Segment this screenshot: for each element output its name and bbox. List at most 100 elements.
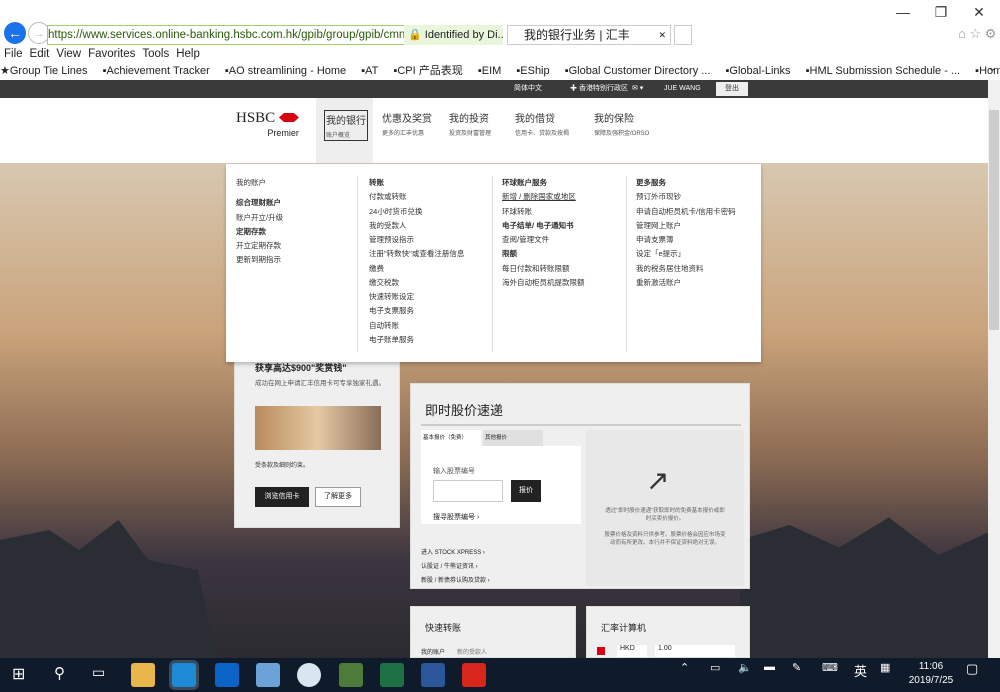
chat-icon[interactable] (297, 663, 321, 687)
menu-item[interactable]: 申请支票簿 (636, 233, 736, 247)
battery-icon[interactable]: ▬ (764, 661, 775, 673)
menu-view[interactable]: View (56, 48, 81, 60)
currency-select[interactable]: HKD (617, 645, 647, 657)
close-icon[interactable]: ✕ (960, 0, 998, 24)
menu-item[interactable]: 重新激活账户 (636, 276, 736, 290)
menu-item[interactable]: 快速转账设定 (369, 290, 464, 304)
network-icon[interactable]: ▭ (710, 661, 720, 674)
pen-icon[interactable]: ✎ (792, 661, 801, 674)
stock-xpress-link[interactable]: 进入 STOCK XPRESS › (421, 547, 485, 556)
file-explorer-icon[interactable] (131, 663, 155, 687)
menu-item[interactable]: 设定「e提示」 (636, 247, 736, 261)
notification-icon[interactable]: ▢ (966, 661, 978, 677)
menu-item[interactable]: 开立定期存款 (236, 239, 283, 253)
menu-file[interactable]: File (4, 48, 23, 60)
nav-my-banking[interactable]: 我的银行账户概览 (324, 110, 368, 141)
minimize-icon[interactable]: — (884, 0, 922, 24)
fav-item[interactable]: ▪AT (361, 65, 384, 77)
menu-item[interactable]: 账户开立/升级 (236, 211, 283, 225)
menu-item[interactable]: 管理预设指示 (369, 233, 464, 247)
search-icon[interactable]: ⚲ (54, 664, 65, 682)
menu-edit[interactable]: Edit (30, 48, 50, 60)
menu-favorites[interactable]: Favorites (88, 48, 135, 60)
tab-other-quote[interactable]: 其他报价 (483, 430, 543, 446)
user-menu[interactable]: JUE WANG (664, 80, 701, 98)
fav-item[interactable]: ▪HML Submission Schedule - ... (806, 65, 967, 77)
restore-icon[interactable]: ❐ (922, 0, 960, 24)
amount-input[interactable]: 1.00 (655, 645, 735, 657)
menu-item[interactable]: 更新到期指示 (236, 253, 283, 267)
warrants-link[interactable]: 认股证 / 牛熊证资讯 › (421, 561, 478, 570)
excel-icon[interactable] (380, 663, 404, 687)
menu-item[interactable]: 新增 / 删除国家或地区 (502, 190, 585, 204)
app-icon[interactable] (256, 663, 280, 687)
home-icon[interactable]: ⌂ ☆ ⚙ (958, 26, 996, 42)
menu-help[interactable]: Help (176, 48, 200, 60)
ipo-link[interactable]: 新股 / 新债券认购及贷款 › (421, 575, 490, 584)
browse-cards-button[interactable]: 浏览信用卡 (255, 487, 309, 507)
ime-indicator[interactable]: 英 (854, 661, 867, 680)
menu-item[interactable]: 缴费 (369, 262, 464, 276)
language-select[interactable]: 简体中文 (514, 80, 542, 98)
back-icon[interactable]: ← (4, 22, 26, 44)
app-icon[interactable] (339, 663, 363, 687)
menu-item[interactable]: 每日付款和转账限额 (502, 262, 585, 276)
menu-item[interactable]: 环球转账 (502, 205, 585, 219)
menu-item[interactable]: 电子账单服务 (369, 333, 464, 347)
tab-my-account[interactable]: 我的账户 (421, 647, 445, 656)
region-select[interactable]: ✚ 香港特别行政区 (562, 80, 628, 98)
windows-start-icon[interactable]: ⊞ (12, 664, 25, 684)
logout-button[interactable]: 登出 (716, 82, 748, 96)
volume-icon[interactable]: 🔈 (738, 661, 752, 674)
tab-close-icon[interactable]: ✕ (658, 26, 666, 44)
menu-item[interactable]: 自动转账 (369, 319, 464, 333)
quote-button[interactable]: 报价 (511, 480, 541, 502)
acrobat-icon[interactable] (462, 663, 486, 687)
new-tab-icon[interactable] (674, 25, 692, 45)
menu-item[interactable]: 限额 (502, 247, 585, 261)
fav-item[interactable]: ▪Achievement Tracker (103, 65, 216, 77)
menu-item[interactable]: 24小时货币兑换 (369, 205, 464, 219)
learn-more-button[interactable]: 了解更多 (315, 487, 361, 507)
security-badge[interactable]: 🔒 Identified by Di... (404, 25, 503, 45)
fav-item[interactable]: ★Group Tie Lines (0, 65, 94, 77)
fav-item[interactable]: ▪EShip (516, 65, 555, 77)
menu-item[interactable]: 申请自动柜员机卡/信用卡密码 (636, 205, 736, 219)
fav-item[interactable]: ▪Global-Links (725, 65, 796, 77)
menu-item[interactable]: 管理网上账户 (636, 219, 736, 233)
menu-item[interactable]: 我的受款人 (369, 219, 464, 233)
nav-borrowing[interactable]: 我的借贷信用卡、贷款及按揭 (515, 110, 569, 137)
fav-item[interactable]: ▪EIM (478, 65, 507, 77)
menu-item[interactable]: 电子支票服务 (369, 304, 464, 318)
search-stock-link[interactable]: 搜寻股票编号 › (433, 512, 479, 522)
stock-code-input[interactable] (433, 480, 503, 502)
ime-mode-icon[interactable]: ▦ (880, 661, 890, 674)
tab-basic-quote[interactable]: 基本报价（免费） (421, 430, 481, 446)
menu-item[interactable]: 查阅/管理文件 (502, 233, 585, 247)
menu-tools[interactable]: Tools (142, 48, 169, 60)
task-view-icon[interactable]: ▭ (92, 664, 105, 681)
tray-chevron-icon[interactable]: ⌃ (680, 661, 689, 674)
nav-insurance[interactable]: 我的保险保障及强积金/ORSO (594, 110, 649, 137)
menu-item[interactable]: 综合理财账户 (236, 196, 283, 210)
menu-item[interactable]: 注册"转数快"或查看注册信息 (369, 247, 464, 261)
menu-item[interactable]: 我的税务居住地资料 (636, 262, 736, 276)
nav-investments[interactable]: 我的投资投资及财富管理 (449, 110, 491, 137)
menu-item[interactable]: 定期存款 (236, 225, 283, 239)
nav-offers[interactable]: 优惠及奖赏更多的汇丰优惠 (382, 110, 432, 137)
fav-item[interactable]: ▪AO streamlining - Home (225, 65, 352, 77)
outlook-icon[interactable] (215, 663, 239, 687)
fav-item[interactable]: ▪CPI 产品表现 (393, 65, 468, 77)
scrollbar-thumb[interactable] (989, 110, 999, 330)
tab-active[interactable]: 我的银行业务 | 汇丰✕ (507, 25, 671, 45)
fav-item[interactable]: ▪Global Customer Directory ... (565, 65, 717, 77)
word-icon[interactable] (421, 663, 445, 687)
mail-icon[interactable]: ✉ ▾ (632, 80, 643, 98)
menu-item[interactable]: 海外自动柜员机提款限额 (502, 276, 585, 290)
menu-item[interactable]: 电子结单/ 电子通知书 (502, 219, 585, 233)
menu-item[interactable]: 缴交税款 (369, 276, 464, 290)
keyboard-icon[interactable]: ⌨ (822, 661, 838, 674)
chevron-down-icon[interactable]: ⌄ (988, 63, 996, 74)
hsbc-logo[interactable]: HSBC Premier (236, 110, 299, 138)
tab-new-payee[interactable]: 新的受款人 (457, 647, 487, 656)
